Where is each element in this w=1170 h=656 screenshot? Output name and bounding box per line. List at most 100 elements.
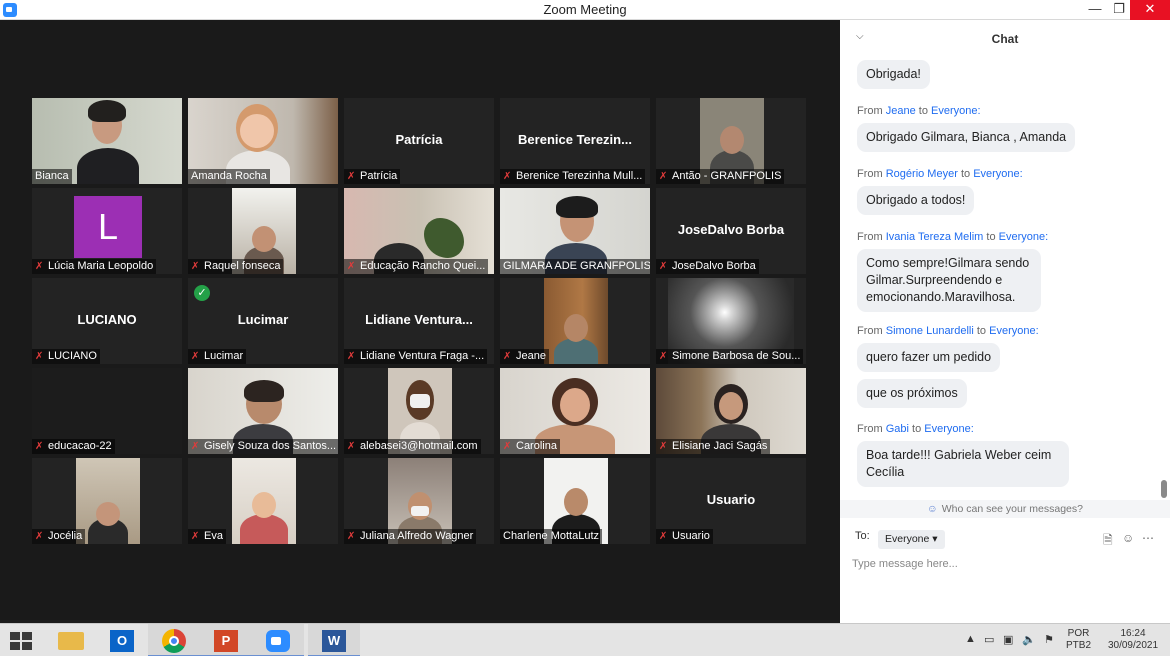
- volume-icon[interactable]: 🔈: [1022, 633, 1036, 646]
- mic-muted-icon: ✗: [35, 531, 44, 542]
- chat-messages: Obrigada! From Jeane to Everyone: Obriga…: [840, 56, 1170, 498]
- participant-name: ✗ Berenice Terezinha Mull...: [500, 169, 646, 184]
- mic-muted-icon: ✗: [659, 171, 668, 182]
- emoji-icon[interactable]: ☺: [1122, 531, 1134, 545]
- participant-display-name: JoseDalvo Borba: [677, 222, 785, 237]
- participant-tile[interactable]: ✗ Juliana Alfredo Wagner: [344, 458, 494, 544]
- chat-message: Boa tarde!!! Gabriela Weber ceim Cecília: [857, 441, 1069, 487]
- participant-tile[interactable]: Lidiane Ventura... ✗ Lidiane Ventura Frag…: [344, 278, 494, 364]
- system-clock[interactable]: 16:24 30/09/2021: [1103, 628, 1163, 652]
- participant-tile[interactable]: ✗ Gisely Souza dos Santos...: [188, 368, 338, 454]
- chat-message-input[interactable]: [852, 554, 1152, 574]
- chat-message: quero fazer um pedido: [857, 343, 1001, 372]
- participant-name: ✗ Elisiane Jaci Sagás: [656, 439, 771, 454]
- participant-name: ✗ alebasei3@hotmail.com: [344, 439, 481, 454]
- chat-scrollbar[interactable]: [1161, 56, 1167, 498]
- participant-display-name: Berenice Terezin...: [518, 132, 632, 147]
- mic-muted-icon: ✗: [347, 351, 356, 362]
- mic-muted-icon: ✗: [191, 441, 200, 452]
- mic-muted-icon: ✗: [191, 351, 200, 362]
- word-button[interactable]: W: [308, 624, 360, 656]
- participant-tile[interactable]: ✗ Raquel fonseca: [188, 188, 338, 274]
- recipient-dropdown[interactable]: Everyone ▾: [878, 530, 945, 549]
- participant-video: [232, 458, 296, 544]
- mic-muted-icon: ✗: [35, 441, 44, 452]
- participant-name: ✗ Simone Barbosa de Sou...: [656, 349, 804, 364]
- participant-tile[interactable]: Bianca: [32, 98, 182, 184]
- participant-tile[interactable]: Charlene MottaLutz: [500, 458, 650, 544]
- outlook-button[interactable]: O: [96, 624, 148, 656]
- participant-name: ✗ Lidiane Ventura Fraga -...: [344, 349, 488, 364]
- participant-name: ✗ Antão - GRANFPOLIS: [656, 169, 785, 184]
- chrome-icon: [162, 629, 186, 653]
- participant-tile[interactable]: ✗ Antão - GRANFPOLIS: [656, 98, 806, 184]
- input-language[interactable]: POR PTB2: [1066, 628, 1091, 652]
- mic-muted-icon: ✗: [503, 441, 512, 452]
- chrome-button[interactable]: [148, 624, 200, 656]
- chat-sender: From Simone Lunardelli to Everyone:: [857, 325, 1039, 337]
- participant-tile[interactable]: LUCIANO ✗ LUCIANO: [32, 278, 182, 364]
- windows-logo-icon: [10, 632, 32, 650]
- chat-sender: From Jeane to Everyone:: [857, 105, 981, 117]
- participant-name: ✗ Lúcia Maria Leopoldo: [32, 259, 157, 274]
- participant-tile[interactable]: ✗ Elisiane Jaci Sagás: [656, 368, 806, 454]
- flag-icon[interactable]: ⚑: [1044, 633, 1054, 646]
- participant-tile[interactable]: JoseDalvo Borba ✗ JoseDalvo Borba: [656, 188, 806, 274]
- chat-sender: From Ivania Tereza Melim to Everyone:: [857, 231, 1049, 243]
- participant-video: [544, 278, 608, 364]
- participant-tile[interactable]: ✓ Lucimar ✗ Lucimar: [188, 278, 338, 364]
- participant-tile[interactable]: L ✗ Lúcia Maria Leopoldo: [32, 188, 182, 274]
- chat-panel: ⌵ Chat Obrigada! From Jeane to Everyone:…: [840, 20, 1170, 623]
- participant-name: Amanda Rocha: [188, 169, 270, 184]
- participant-name: ✗ Lucimar: [188, 349, 247, 364]
- chat-header: ⌵ Chat: [840, 20, 1170, 56]
- chat-message: que os próximos: [857, 379, 967, 408]
- participant-name: ✗ Jocélia: [32, 529, 86, 544]
- participant-tile[interactable]: ✗ Simone Barbosa de Sou...: [656, 278, 806, 364]
- who-can-see-messages-link[interactable]: ☺ Who can see your messages?: [840, 500, 1170, 518]
- chat-message: Como sempre!Gilmara sendo Gilmar.Surpree…: [857, 249, 1041, 312]
- window-title-bar: Zoom Meeting — ❐ ✕: [0, 0, 1170, 20]
- participant-name: ✗ Usuario: [656, 529, 713, 544]
- participant-name: ✗ JoseDalvo Borba: [656, 259, 759, 274]
- check-icon: ✓: [194, 285, 210, 301]
- participant-tile[interactable]: Usuario ✗ Usuario: [656, 458, 806, 544]
- participant-name: ✗ Raquel fonseca: [188, 259, 284, 274]
- participant-tile[interactable]: ✗ Carolina: [500, 368, 650, 454]
- participant-tile[interactable]: ✗ Eva: [188, 458, 338, 544]
- participant-name: ✗ Carolina: [500, 439, 560, 454]
- participant-avatar: L: [74, 196, 142, 258]
- participant-tile[interactable]: ✗ educacao-22: [32, 368, 182, 454]
- chat-sender: From Gabi to Everyone:: [857, 423, 974, 435]
- close-button[interactable]: ✕: [1130, 0, 1170, 20]
- chat-message: Obrigado a todos!: [857, 186, 975, 215]
- participant-tile[interactable]: ✗ Jeane: [500, 278, 650, 364]
- chat-message: Obrigado Gilmara, Bianca , Amanda: [857, 123, 1076, 152]
- folder-icon: [58, 632, 84, 650]
- participant-name: GILMARA ADE GRANFPOLIS: [500, 259, 650, 274]
- mic-muted-icon: ✗: [191, 531, 200, 542]
- mic-muted-icon: ✗: [191, 261, 200, 272]
- file-icon[interactable]: 🗎: [1103, 531, 1113, 552]
- mic-muted-icon: ✗: [659, 441, 668, 452]
- chat-message: Obrigada!: [857, 60, 930, 89]
- device-icon[interactable]: ▭: [984, 633, 994, 646]
- show-hidden-icons-button[interactable]: ▲: [965, 633, 976, 645]
- participant-tile[interactable]: GILMARA ADE GRANFPOLIS: [500, 188, 650, 274]
- participant-tile[interactable]: ✗ Jocélia: [32, 458, 182, 544]
- participant-tile[interactable]: ✗ alebasei3@hotmail.com: [344, 368, 494, 454]
- powerpoint-button[interactable]: P: [200, 624, 252, 656]
- participant-tile[interactable]: Berenice Terezin... ✗ Berenice Terezinha …: [500, 98, 650, 184]
- participant-display-name: LUCIANO: [77, 312, 137, 327]
- participant-tile[interactable]: Amanda Rocha: [188, 98, 338, 184]
- chat-sender: From Rogério Meyer to Everyone:: [857, 168, 1023, 180]
- participant-tile[interactable]: ✗ Educação Rancho Quei...: [344, 188, 494, 274]
- zoom-button[interactable]: [252, 624, 304, 656]
- more-icon[interactable]: ⋯: [1142, 531, 1154, 545]
- participant-tile[interactable]: Patrícia ✗ Patrícia: [344, 98, 494, 184]
- participant-name: ✗ educacao-22: [32, 439, 115, 454]
- scrollbar-thumb[interactable]: [1161, 480, 1167, 498]
- mic-muted-icon: ✗: [347, 261, 356, 272]
- file-explorer-button[interactable]: [44, 624, 96, 656]
- network-icon[interactable]: ▣: [1003, 633, 1013, 646]
